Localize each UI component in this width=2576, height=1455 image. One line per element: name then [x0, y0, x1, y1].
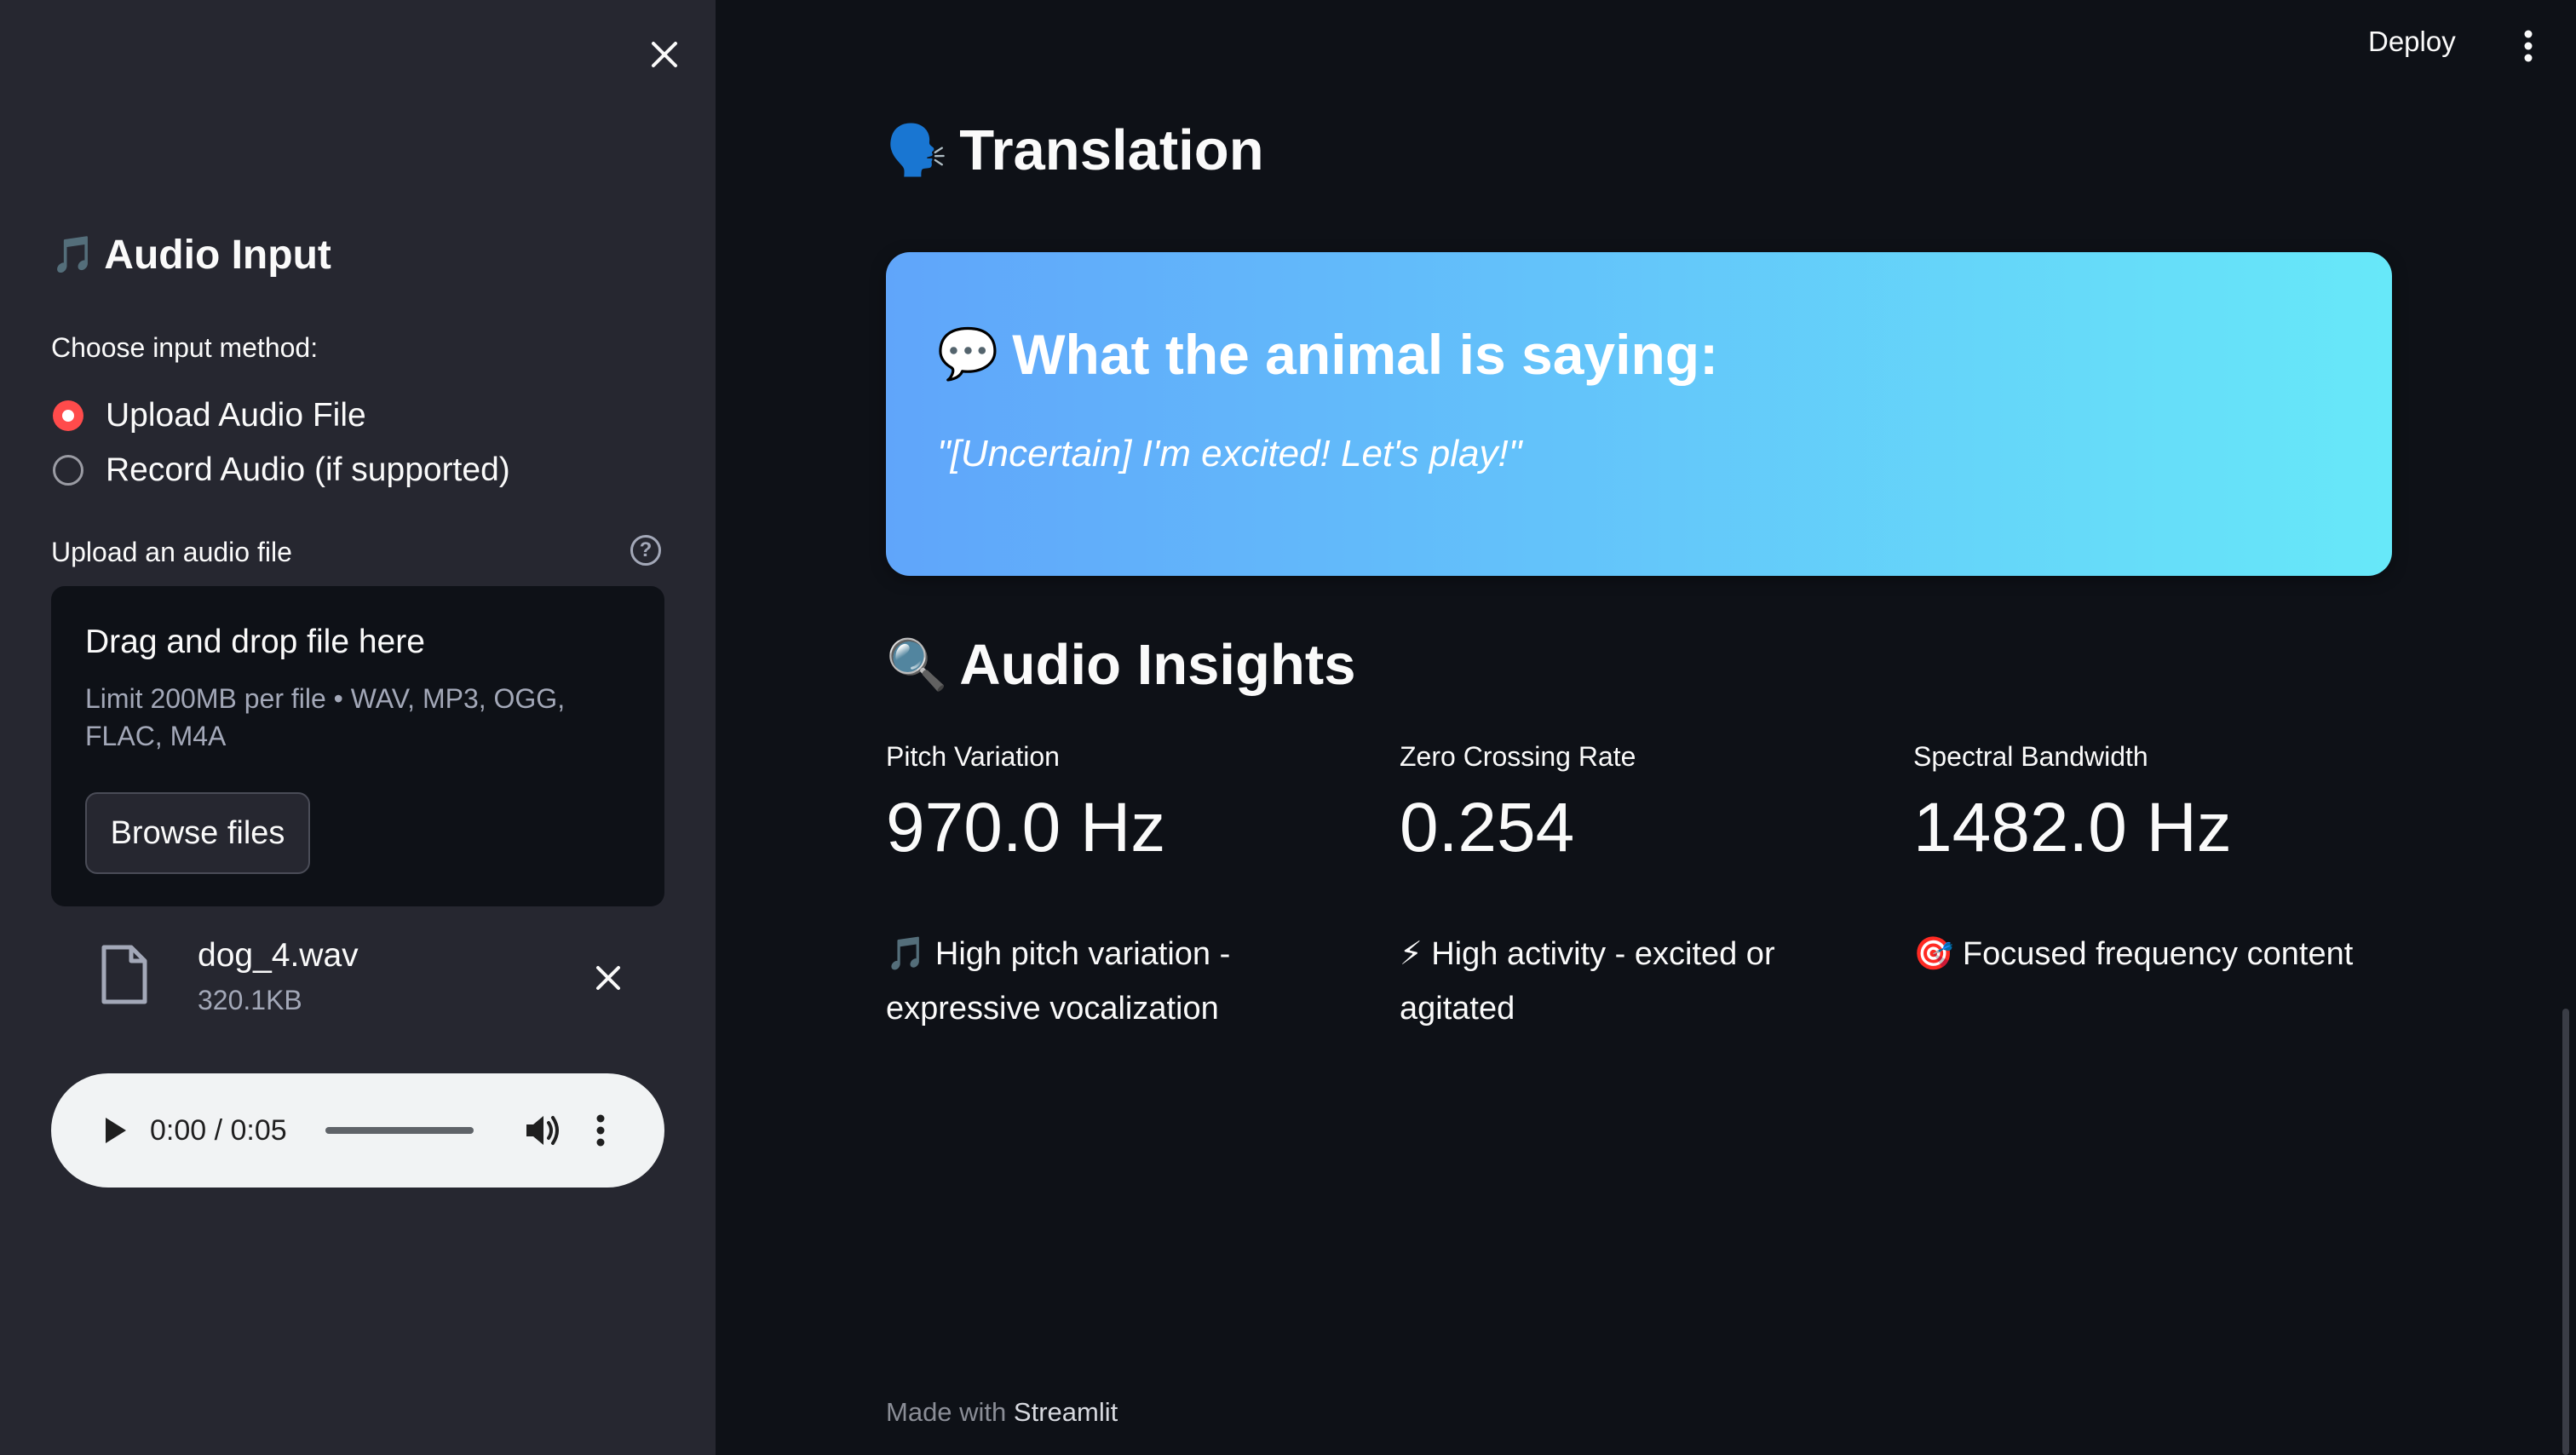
metric-zero-crossing-rate: Zero Crossing Rate 0.254 [1400, 741, 1894, 868]
banner-title-text: What the animal is saying: [1012, 323, 1719, 386]
footer-prefix: Made with [886, 1397, 1007, 1427]
input-method-label: Choose input method: [51, 332, 319, 363]
translation-banner: 💬 What the animal is saying: "[Uncertain… [886, 252, 2392, 576]
speech-bubble-icon: 💬 [937, 326, 999, 382]
metric-label: Pitch Variation [886, 741, 1060, 772]
app-root: 🎵 Audio Input Choose input method: Uploa… [0, 0, 2576, 1455]
close-icon [596, 966, 620, 990]
volume-icon[interactable] [521, 1109, 564, 1152]
translation-heading: 🗣️ Translation [886, 118, 1264, 183]
sidebar: 🎵 Audio Input Choose input method: Uploa… [0, 0, 716, 1455]
music-note-icon: 🎵 [51, 234, 96, 274]
radio-upload-label: Upload Audio File [106, 397, 366, 434]
insights-heading: 🔍 Audio Insights [886, 632, 1355, 698]
radio-record-label: Record Audio (if supported) [106, 451, 510, 488]
translation-quote: "[Uncertain] I'm excited! Let's play!" [937, 433, 1522, 474]
metric-spectral-bandwidth: Spectral Bandwidth 1482.0 Hz [1913, 741, 2407, 868]
radio-selected-icon [53, 400, 83, 431]
dropzone-limit-text: Limit 200MB per file • WAV, MP3, OGG, FL… [85, 683, 566, 751]
audio-time-display: 0:00 / 0:05 [150, 1114, 287, 1147]
remove-file-button[interactable] [583, 952, 634, 1004]
play-icon[interactable] [95, 1111, 135, 1150]
banner-title: 💬 What the animal is saying: [937, 322, 1718, 387]
metric-note-frequency: 🎯 Focused frequency content [1913, 936, 2354, 972]
radio-unselected-icon [53, 455, 83, 486]
uploader-label: Upload an audio file [51, 537, 292, 567]
metric-note-activity: ⚡ High activity - excited or agitated [1400, 936, 1775, 1027]
radio-record-audio[interactable]: Record Audio (if supported) [53, 451, 510, 489]
radio-upload-audio[interactable]: Upload Audio File [53, 397, 366, 434]
sidebar-close-button[interactable] [641, 31, 688, 78]
close-icon [652, 42, 677, 67]
uploaded-file-row: dog_4.wav 320.1KB [51, 929, 664, 1031]
metric-label: Zero Crossing Rate [1400, 741, 1636, 772]
metric-value: 0.254 [1400, 789, 1575, 866]
metric-value: 970.0 Hz [886, 789, 1166, 866]
sidebar-header-title: Audio Input [104, 233, 331, 278]
translation-title: Translation [959, 118, 1264, 182]
footer: Made with Streamlit [886, 1397, 1118, 1428]
metric-label: Spectral Bandwidth [1913, 741, 2148, 772]
speaking-head-icon: 🗣️ [886, 122, 948, 178]
question-circle-icon[interactable]: ? [630, 535, 661, 566]
file-icon [101, 945, 147, 1004]
deploy-button[interactable]: Deploy [2368, 26, 2456, 58]
file-size: 320.1KB [198, 985, 302, 1015]
browse-files-button[interactable]: Browse files [85, 792, 310, 874]
audio-player: 0:00 / 0:05 [51, 1073, 664, 1188]
file-name: dog_4.wav [198, 937, 359, 974]
metric-value: 1482.0 Hz [1913, 789, 2232, 866]
more-options-icon[interactable] [588, 1109, 613, 1152]
dropzone-title: Drag and drop file here [85, 624, 425, 660]
sidebar-header: 🎵 Audio Input [51, 232, 331, 279]
streamlit-link[interactable]: Streamlit [1014, 1397, 1118, 1427]
kebab-menu-icon[interactable] [2513, 26, 2544, 66]
file-dropzone[interactable]: Drag and drop file here Limit 200MB per … [51, 586, 664, 906]
main-scrollbar[interactable] [2562, 1009, 2569, 1455]
audio-progress-slider[interactable] [325, 1127, 474, 1134]
insights-title: Audio Insights [959, 633, 1356, 697]
metric-note-pitch: 🎵 High pitch variation - expressive voca… [886, 936, 1231, 1027]
magnifier-icon: 🔍 [886, 636, 948, 693]
metric-pitch-variation: Pitch Variation 970.0 Hz [886, 741, 1380, 868]
